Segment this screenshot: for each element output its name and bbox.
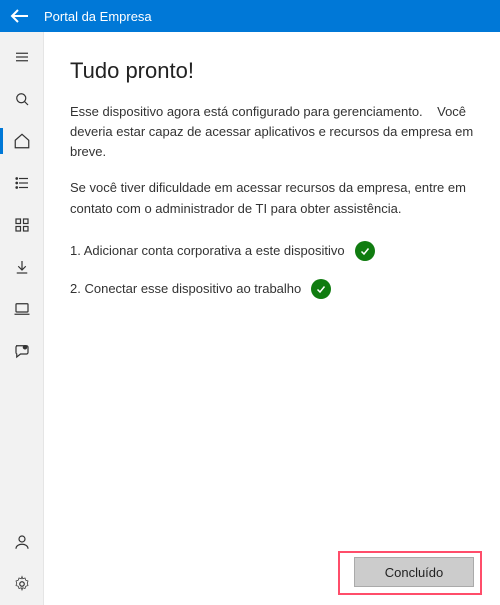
nav-hamburger[interactable]: [0, 36, 44, 78]
nav-settings[interactable]: [0, 563, 44, 605]
step-2-text: 2. Conectar esse dispositivo ao trabalho: [70, 281, 301, 296]
page-title: Tudo pronto!: [70, 58, 474, 84]
home-icon: [13, 132, 31, 150]
intro-line-1: Esse dispositivo agora está configurado …: [70, 104, 423, 119]
support-icon: [13, 342, 31, 360]
nav-support[interactable]: [0, 330, 44, 372]
check-icon: [311, 279, 331, 299]
step-row-2: 2. Conectar esse dispositivo ao trabalho: [70, 279, 474, 299]
body-area: Tudo pronto! Esse dispositivo agora está…: [0, 32, 500, 605]
nav-list[interactable]: [0, 162, 44, 204]
done-button[interactable]: Concluído: [354, 557, 474, 587]
nav-apps[interactable]: [0, 204, 44, 246]
sidebar: [0, 32, 44, 605]
arrow-left-icon: [8, 4, 32, 28]
device-icon: [13, 300, 31, 318]
profile-icon: [13, 533, 31, 551]
step-1-text: 1. Adicionar conta corporativa a este di…: [70, 243, 345, 258]
steps-list: 1. Adicionar conta corporativa a este di…: [70, 241, 474, 317]
help-paragraph: Se você tiver dificuldade em acessar rec…: [70, 178, 474, 218]
footer: Concluído: [70, 547, 474, 587]
list-icon: [13, 174, 31, 192]
menu-icon: [13, 48, 31, 66]
nav-downloads[interactable]: [0, 246, 44, 288]
nav-profile[interactable]: [0, 521, 44, 563]
titlebar: Portal da Empresa: [0, 0, 500, 32]
intro-paragraph: Esse dispositivo agora está configurado …: [70, 102, 474, 162]
main-content: Tudo pronto! Esse dispositivo agora está…: [44, 32, 500, 605]
step-row-1: 1. Adicionar conta corporativa a este di…: [70, 241, 474, 261]
download-icon: [13, 258, 31, 276]
settings-icon: [13, 575, 31, 593]
help-line-2: com o administrador de TI para obter ass…: [116, 201, 401, 216]
nav-devices[interactable]: [0, 288, 44, 330]
search-icon: [13, 90, 31, 108]
nav-search[interactable]: [0, 78, 44, 120]
check-icon: [355, 241, 375, 261]
app-title: Portal da Empresa: [44, 9, 152, 24]
apps-grid-icon: [13, 216, 31, 234]
back-button[interactable]: [8, 4, 32, 28]
nav-home[interactable]: [0, 120, 44, 162]
sidebar-spacer: [0, 372, 43, 521]
